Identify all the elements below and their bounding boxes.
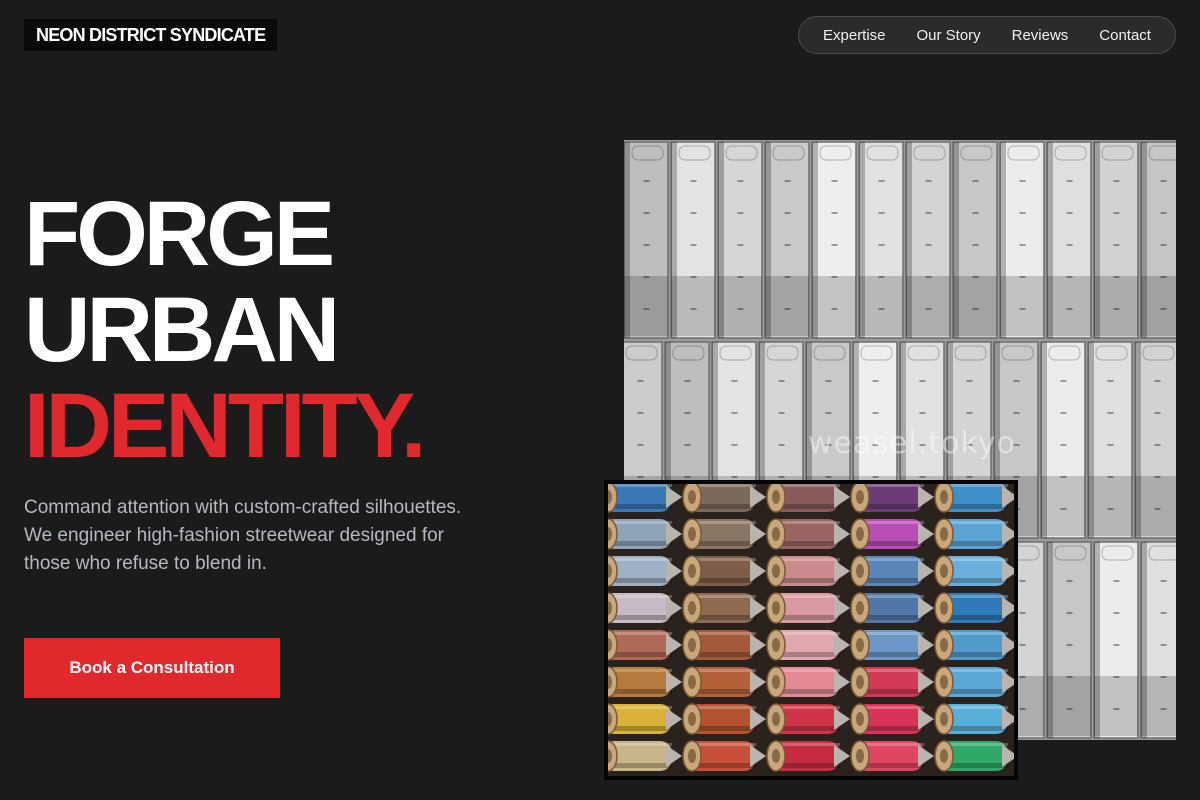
- nav-link-expertise[interactable]: Expertise: [823, 27, 886, 44]
- thread-spools-photo: [604, 480, 1018, 780]
- photo-watermark: weasel.tokyo: [808, 426, 1016, 461]
- nav-link-our-story[interactable]: Our Story: [916, 27, 980, 44]
- headline-line-forge: FORGE: [24, 183, 335, 285]
- brand-name: NEON DISTRICT SYNDICATE: [36, 24, 266, 45]
- headline-line-urban: URBAN: [24, 279, 340, 381]
- hero-description: Command attention with custom-crafted si…: [24, 497, 462, 574]
- headline-line-identity: IDENTITY.: [24, 375, 426, 477]
- nav-link-contact[interactable]: Contact: [1099, 27, 1151, 44]
- brand-logo[interactable]: NEON DISTRICT SYNDICATE: [24, 19, 278, 51]
- nav-link-reviews[interactable]: Reviews: [1012, 27, 1069, 44]
- hero-headline: FORGE URBAN IDENTITY.: [24, 183, 426, 477]
- book-consultation-button[interactable]: Book a Consultation: [24, 638, 280, 698]
- thread-spools-graphic: [608, 484, 1014, 776]
- main-nav: Expertise Our Story Reviews Contact: [798, 16, 1176, 54]
